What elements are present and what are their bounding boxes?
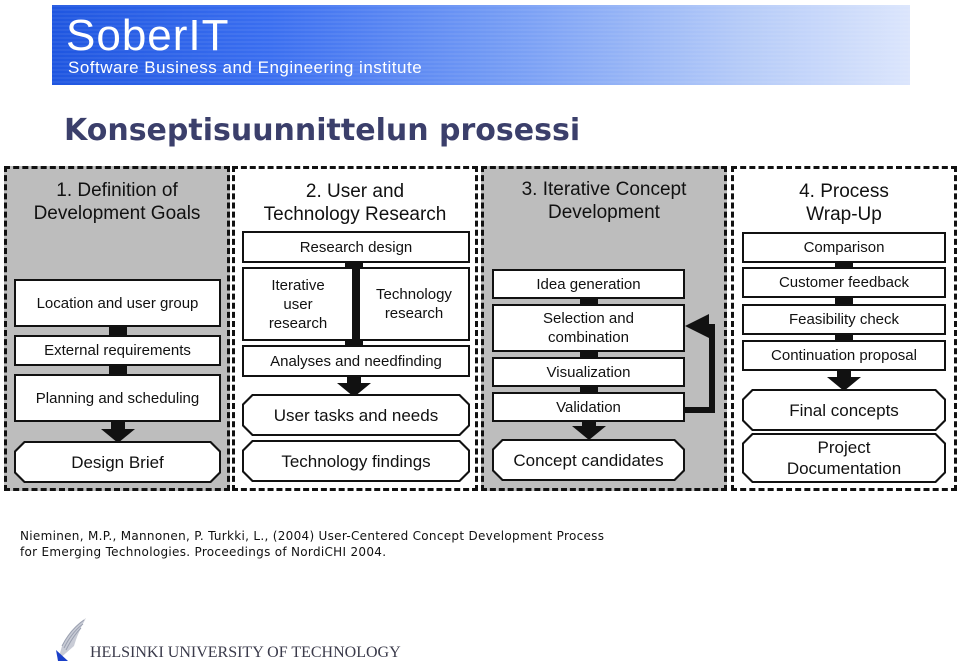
text-line: Project xyxy=(817,438,871,457)
phase-2-title-line1: 2. User and xyxy=(305,181,405,202)
phase-1-title: 1. Definition of Development Goals xyxy=(7,179,227,225)
step-feasibility-check: Feasibility check xyxy=(742,304,946,335)
citation-line1: Nieminen, M.P., Mannonen, P. Turkki, L.,… xyxy=(20,529,605,543)
phase-1-title-line2: Development Goals xyxy=(33,203,201,224)
step-external-requirements: External requirements xyxy=(14,335,221,366)
text-line: Technology xyxy=(376,286,452,303)
phase-3-title-line1: 3. Iterative Concept xyxy=(521,179,687,200)
text-line: research xyxy=(384,305,444,322)
brand-subtitle: Software Business and Engineering instit… xyxy=(68,58,423,77)
header-banner: SoberIT Software Business and Engineerin… xyxy=(52,5,910,85)
output-concept-candidates-label: Concept candidates xyxy=(494,441,683,479)
step-visualization: Visualization xyxy=(492,357,685,387)
output-final-concepts: Final concepts xyxy=(742,389,946,431)
feedback-loop-line xyxy=(709,324,715,413)
brand-name: SoberIT xyxy=(66,11,230,60)
phase-4-title-line1: 4. Process xyxy=(799,181,889,202)
step-selection-and-combination: Selection and combination xyxy=(492,304,685,352)
text-line: Selection and xyxy=(543,310,634,327)
output-user-tasks-label: User tasks and needs xyxy=(244,396,468,434)
citation: Nieminen, M.P., Mannonen, P. Turkki, L.,… xyxy=(20,528,604,560)
process-diagram: 1. Definition of Development Goals Locat… xyxy=(0,163,960,493)
text-line: research xyxy=(268,314,328,332)
step-idea-generation: Idea generation xyxy=(492,269,685,299)
step-customer-feedback: Customer feedback xyxy=(742,267,946,298)
output-concept-candidates: Concept candidates xyxy=(492,439,685,481)
output-project-documentation-label: Project Documentation xyxy=(744,435,944,481)
feedback-arrow-icon xyxy=(685,314,709,338)
step-planning-and-scheduling: Planning and scheduling xyxy=(14,374,221,422)
output-technology-findings: Technology findings xyxy=(242,440,470,482)
phase-4-title-line2: Wrap-Up xyxy=(806,204,882,225)
output-project-documentation: Project Documentation xyxy=(742,433,946,483)
hut-wing-logo-icon xyxy=(56,618,86,661)
step-location-and-user-group: Location and user group xyxy=(14,279,221,327)
text-line: Documentation xyxy=(786,459,902,478)
institution-name: HELSINKI UNIVERSITY OF TECHNOLOGY xyxy=(90,644,401,661)
phase-4-title: 4. Process Wrap-Up xyxy=(734,180,954,226)
phase-4-process-wrap-up: 4. Process Wrap-Up Comparison Customer f… xyxy=(731,166,957,491)
text-line: Iterative xyxy=(271,276,325,294)
phase-3-title: 3. Iterative Concept Development xyxy=(484,178,724,224)
output-design-brief: Design Brief xyxy=(14,441,221,483)
step-continuation-proposal: Continuation proposal xyxy=(742,340,946,371)
text-line: combination xyxy=(548,329,629,346)
phase-1-title-line1: 1. Definition of xyxy=(56,180,178,201)
output-final-concepts-label: Final concepts xyxy=(744,391,944,429)
step-analyses-and-needfinding: Analyses and needfinding xyxy=(242,345,470,377)
text-line: user xyxy=(283,295,313,313)
phase-1-definition-of-goals: 1. Definition of Development Goals Locat… xyxy=(4,166,230,491)
phase-3-iterative-concept-development: 3. Iterative Concept Development Idea ge… xyxy=(481,166,727,491)
step-research-design: Research design xyxy=(242,231,470,263)
phase-2-title: 2. User and Technology Research xyxy=(235,180,475,226)
output-technology-findings-label: Technology findings xyxy=(244,442,468,480)
phase-2-user-technology-research: 2. User and Technology Research Research… xyxy=(232,166,478,491)
output-user-tasks-and-needs: User tasks and needs xyxy=(242,394,470,436)
slide-title: Konseptisuunnittelun prosessi xyxy=(64,113,581,148)
step-comparison: Comparison xyxy=(742,232,946,263)
step-technology-research: Technology research xyxy=(358,267,470,341)
phase-3-title-line2: Development xyxy=(548,202,660,223)
citation-line2: for Emerging Technologies. Proceedings o… xyxy=(20,545,387,559)
phase-2-title-line2: Technology Research xyxy=(263,204,447,225)
output-design-brief-label: Design Brief xyxy=(16,443,219,481)
step-iterative-user-research: Iterative user research xyxy=(242,267,354,341)
step-validation: Validation xyxy=(492,392,685,422)
